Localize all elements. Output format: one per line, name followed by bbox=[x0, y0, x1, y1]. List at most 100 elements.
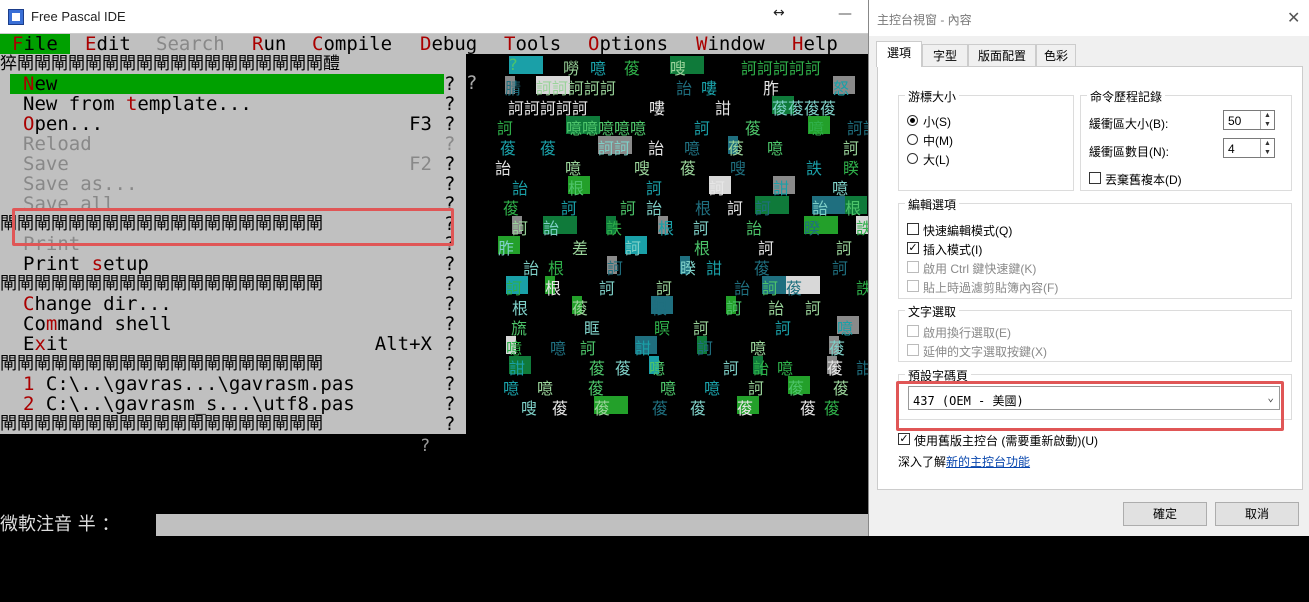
extended-selection-checkbox[interactable] bbox=[907, 344, 919, 356]
buffer-count-spinner[interactable]: 4 ▲ ▼ bbox=[1223, 138, 1275, 158]
cursor-large-label: 大(L) bbox=[923, 153, 950, 167]
annotation-highlight-box bbox=[896, 381, 1284, 431]
edit-options-group: 編輯選項 快速編輯模式(Q) ✓ 插入模式(I) 啟用 Ctrl 鍵快速鍵(K)… bbox=[898, 196, 1292, 299]
text-selection-label: 文字選取 bbox=[905, 303, 960, 320]
spinner-arrows-icon[interactable]: ▲ ▼ bbox=[1260, 111, 1274, 129]
tab-colors[interactable]: 色彩 bbox=[1036, 44, 1076, 66]
menu-debug[interactable]: Debug bbox=[420, 34, 477, 54]
cancel-button[interactable]: 取消 bbox=[1215, 502, 1299, 526]
menu-options[interactable]: Options bbox=[588, 34, 668, 54]
dialog-titlebar: 主控台視窗 - 內容 ✕ bbox=[869, 0, 1309, 36]
close-icon[interactable]: ✕ bbox=[1287, 8, 1300, 28]
tab-layout[interactable]: 版面配置 bbox=[968, 44, 1036, 66]
menu-run[interactable]: Run bbox=[252, 34, 286, 54]
menu-tools[interactable]: Tools bbox=[504, 34, 561, 54]
cursor-size-group: 游標大小 小(S) 中(M) 大(L) bbox=[898, 88, 1074, 191]
garbled-glyph: 葰 bbox=[624, 59, 641, 78]
line-wrap-selection-label: 啟用換行選取(E) bbox=[923, 326, 1011, 340]
garbled-glyph: 睽 bbox=[804, 219, 821, 238]
menu-item-change-dir[interactable]: Change dir...? bbox=[0, 294, 466, 314]
ctrl-shortcuts-checkbox[interactable] bbox=[907, 261, 919, 273]
tab-font[interactable]: 字型 bbox=[922, 44, 968, 66]
garbled-glyph: 葰 bbox=[615, 359, 632, 378]
learn-more-link[interactable]: 新的主控台功能 bbox=[946, 455, 1030, 469]
menu-item-new-from-template[interactable]: New from template...? bbox=[0, 94, 466, 114]
menu-item-open[interactable]: Open... F3? bbox=[0, 114, 466, 134]
menu-item-reload[interactable]: Reload? bbox=[0, 134, 466, 154]
garbled-glyph: 葰 bbox=[690, 399, 707, 418]
menu-help[interactable]: Help bbox=[792, 34, 838, 54]
ok-button[interactable]: 確定 bbox=[1123, 502, 1207, 526]
menu-top-border-garbled: 猝閘閘閘閘閘閘閘閘閘閘閘閘閘閘閘閘閘閘醴 bbox=[0, 54, 466, 74]
legacy-console-checkbox[interactable]: ✓ bbox=[898, 433, 910, 445]
cursor-large-radio[interactable] bbox=[907, 153, 918, 164]
garbled-glyph: 根 bbox=[545, 279, 562, 298]
fpc-app-icon bbox=[8, 9, 24, 25]
menu-search[interactable]: Search bbox=[156, 34, 225, 54]
menu-item-print-setup[interactable]: Print setup? bbox=[0, 254, 466, 274]
menu-file[interactable]: File bbox=[0, 34, 70, 54]
garbled-glyph: 訶 bbox=[805, 299, 822, 318]
garbled-glyph: 訶 bbox=[599, 279, 616, 298]
cursor-small-radio[interactable] bbox=[907, 115, 918, 126]
discard-duplicates-checkbox[interactable] bbox=[1089, 172, 1101, 184]
menu-item-command-shell[interactable]: Command shell? bbox=[0, 314, 466, 334]
menu-item-exit[interactable]: Exit Alt+X? bbox=[0, 334, 466, 354]
garbled-glyph: 葰 bbox=[652, 399, 669, 418]
garbled-glyph: 葰 bbox=[540, 139, 557, 158]
garbled-glyph: 詌 bbox=[856, 359, 868, 378]
menu-item-new[interactable]: New? bbox=[0, 74, 466, 94]
menu-item-recent-1[interactable]: 1 C:\..\gavras...\gavrasm.pas? bbox=[0, 374, 466, 394]
menu-item-save[interactable]: Save F2? bbox=[0, 154, 466, 174]
garbled-question-mark: ? bbox=[466, 72, 478, 94]
menu-edit[interactable]: Edit bbox=[85, 34, 131, 54]
ide-window: Free Pascal IDE ↔ — File Edit Search Run… bbox=[0, 0, 868, 580]
file-menu-dropdown: New? New from template...? Open... F3? Re… bbox=[0, 74, 466, 434]
minimize-button[interactable]: — bbox=[838, 6, 852, 22]
garbled-glyph: 詒 bbox=[543, 219, 560, 238]
buffer-size-spinner[interactable]: 50 ▲ ▼ bbox=[1223, 110, 1275, 130]
menu-window[interactable]: Window bbox=[696, 34, 765, 54]
filter-clipboard-checkbox[interactable] bbox=[907, 280, 919, 292]
garbled-glyph: 噫 bbox=[537, 379, 554, 398]
dialog-title: 主控台視窗 - 內容 bbox=[877, 13, 972, 27]
legacy-console-label: 使用舊版主控台 (需要重新啟動)(U) bbox=[914, 434, 1098, 448]
console-properties-dialog: 主控台視窗 - 內容 ✕ 選項 字型 版面配置 色彩 游標大小 小(S) 中(M… bbox=[868, 0, 1309, 536]
garbled-glyph: 詄 bbox=[806, 159, 823, 178]
resize-cursor-icon: ↔ bbox=[773, 5, 785, 21]
learn-more-text: 深入了解新的主控台功能 bbox=[898, 455, 1031, 469]
insert-mode-checkbox[interactable]: ✓ bbox=[907, 242, 919, 254]
spinner-arrows-icon[interactable]: ▲ ▼ bbox=[1260, 139, 1274, 157]
menu-separator-garbled: 閘閘閘閘閘閘閘閘閘閘閘閘閘閘閘閘閘閘閘? bbox=[0, 274, 456, 294]
quick-edit-checkbox[interactable] bbox=[907, 223, 919, 235]
ctrl-shortcuts-label: 啟用 Ctrl 鍵快速鍵(K) bbox=[923, 262, 1037, 276]
ide-titlebar: Free Pascal IDE ↔ — bbox=[0, 0, 868, 34]
garbled-glyph: 訶 bbox=[727, 199, 744, 218]
line-wrap-selection-checkbox[interactable] bbox=[907, 325, 919, 337]
insert-mode-label: 插入模式(I) bbox=[923, 243, 983, 257]
garbled-glyph: 葰 bbox=[680, 159, 697, 178]
menu-bottom-border-garbled: 閘閘閘閘閘閘閘閘閘閘閘閘閘閘閘閘閘閘閘? bbox=[0, 414, 456, 434]
quick-edit-label: 快速編輯模式(Q) bbox=[923, 224, 1013, 238]
cursor-medium-radio[interactable] bbox=[907, 134, 918, 145]
garbled-glyph: 詄 bbox=[606, 219, 623, 238]
menu-compile[interactable]: Compile bbox=[312, 34, 392, 54]
tab-options[interactable]: 選項 bbox=[876, 41, 922, 67]
garbled-glyph: 噫 bbox=[503, 379, 520, 398]
menu-item-recent-2[interactable]: 2 C:\..\gavrasm_s...\utf8.pas? bbox=[0, 394, 466, 414]
garbled-glyph: 訶 bbox=[832, 259, 849, 278]
garbled-glyph: 噫 bbox=[704, 379, 721, 398]
edit-options-label: 編輯選項 bbox=[905, 196, 960, 213]
cursor-size-label: 游標大小 bbox=[905, 88, 960, 105]
extended-selection-label: 延伸的文字選取按鍵(X) bbox=[923, 345, 1047, 359]
garbled-glyph: 詒 bbox=[648, 139, 665, 158]
garbled-glyph: 訶 bbox=[723, 359, 740, 378]
garbled-glyph: 嗖 bbox=[730, 159, 747, 178]
ide-statusbar: 微軟注音 半 ： eate a new file in a new edit w… bbox=[0, 514, 868, 580]
garbled-glyph: 訶 bbox=[775, 319, 792, 338]
garbled-glyph: ? bbox=[509, 55, 518, 74]
menu-item-save-as[interactable]: Save as...? bbox=[0, 174, 466, 194]
garbled-glyph: 葰 bbox=[800, 399, 817, 418]
garbled-glyph: 訶訶 bbox=[598, 139, 631, 158]
garbled-glyph: 詌 bbox=[706, 259, 723, 278]
